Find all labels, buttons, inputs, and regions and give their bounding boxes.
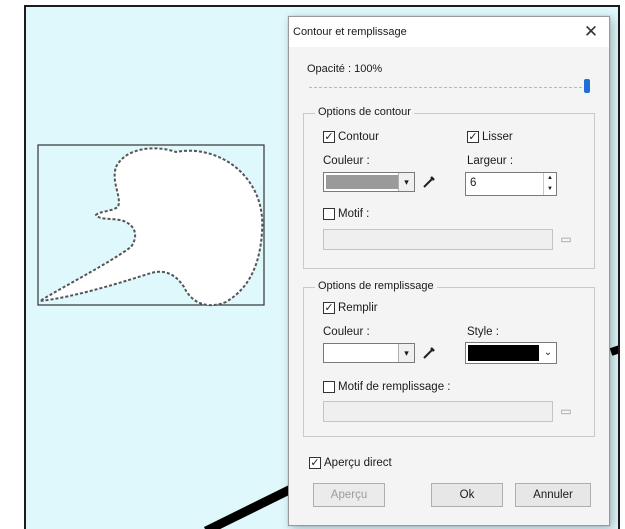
eyedropper-icon[interactable] [421,174,437,190]
fill-color-combo[interactable]: ▾ [323,343,415,363]
live-preview-label: Aperçu direct [324,457,392,469]
chevron-down-icon[interactable]: ▾ [398,344,414,362]
contour-checkbox[interactable]: ✓ Contour [323,131,379,143]
opacity-label: Opacité : 100% [307,63,383,75]
checkbox-box[interactable]: ✓ [323,131,335,143]
black-line-right [609,345,618,356]
eyedropper-icon[interactable] [421,345,437,361]
stroke-color-combo[interactable]: ▾ [323,172,415,192]
shape-outline [39,147,264,307]
stroke-color-swatch [326,175,398,189]
stroke-width-spinner[interactable]: 6 ▲ ▼ [465,172,557,196]
checkbox-box[interactable]: ✓ [309,457,321,469]
pattern-label: Motif : [338,208,370,220]
preview-button[interactable]: Aperçu [313,483,385,507]
stroke-pattern-path-field[interactable] [323,229,553,250]
contour-label: Contour [338,131,379,143]
checkbox-box[interactable] [323,208,335,220]
opacity-slider-thumb[interactable] [584,79,590,93]
stroke-width-value[interactable]: 6 [470,177,476,189]
folder-icon[interactable]: ▭ [557,404,575,418]
chevron-down-icon[interactable]: ⌄ [540,343,556,363]
fill-color-label: Couleur : [323,326,370,338]
ok-button[interactable]: Ok [431,483,503,507]
stroke-fill-dialog: Contour et remplissage ✕ Opacité : 100% … [288,16,610,526]
close-icon[interactable]: ✕ [581,22,601,42]
stroke-color-label: Couleur : [323,155,370,167]
spin-up-icon[interactable]: ▲ [544,173,556,184]
fill-pattern-label: Motif de remplissage : [338,381,451,393]
checkbox-box[interactable] [323,381,335,393]
fill-style-swatch [468,345,539,361]
smooth-label: Lisser [482,131,513,143]
spinner-buttons[interactable]: ▲ ▼ [543,173,556,195]
fill-pattern-checkbox[interactable]: Motif de remplissage : [323,381,451,393]
opacity-slider[interactable] [309,87,587,88]
live-preview-checkbox[interactable]: ✓ Aperçu direct [309,457,392,469]
folder-icon[interactable]: ▭ [557,232,575,246]
fill-checkbox[interactable]: ✓ Remplir [323,302,378,314]
spin-down-icon[interactable]: ▼ [544,184,556,195]
smooth-checkbox[interactable]: ✓ Lisser [467,131,513,143]
fill-style-label: Style : [467,326,499,338]
fill-pattern-path-field[interactable] [323,401,553,422]
dialog-titlebar[interactable]: Contour et remplissage ✕ [289,17,609,47]
stroke-width-label: Largeur : [467,155,514,167]
fill-options-title: Options de remplissage [315,280,437,292]
pattern-checkbox[interactable]: Motif : [323,208,369,220]
checkbox-box[interactable]: ✓ [467,131,479,143]
fill-color-swatch [326,346,398,360]
fill-style-combo[interactable]: ⌄ [465,342,557,364]
checkbox-box[interactable]: ✓ [323,302,335,314]
dialog-title: Contour et remplissage [293,26,407,38]
stroke-options-title: Options de contour [315,106,414,118]
fill-label: Remplir [338,302,378,314]
cancel-button[interactable]: Annuler [515,483,591,507]
chevron-down-icon[interactable]: ▾ [398,173,414,191]
